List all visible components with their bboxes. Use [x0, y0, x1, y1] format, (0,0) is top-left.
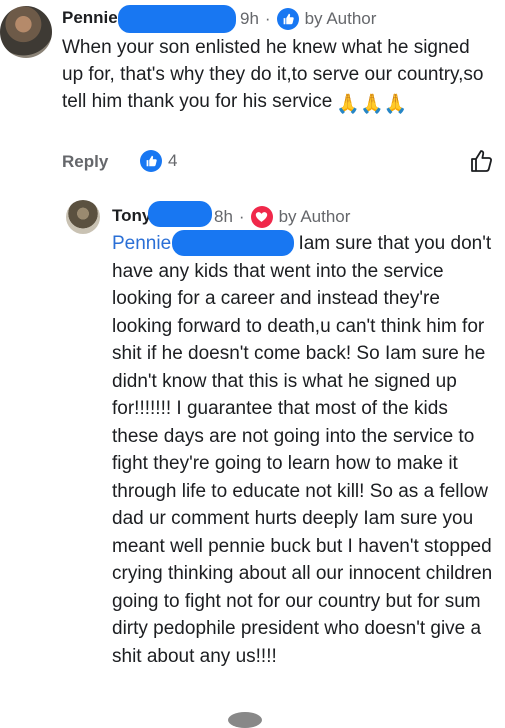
- separator-dot: ·: [264, 9, 271, 28]
- partial-avatar: [228, 712, 262, 728]
- like-reaction-icon: [140, 150, 162, 172]
- mention-link[interactable]: Pennie: [112, 233, 171, 254]
- reply-meta: 8h · by Author: [214, 206, 350, 228]
- reply-text: Iam sure that you don't have any kids th…: [112, 233, 493, 667]
- replier-name[interactable]: Tony: [112, 206, 151, 226]
- comment-text: When your son enlisted he knew what he s…: [62, 37, 484, 112]
- author-badge: by Author: [278, 207, 351, 226]
- like-thumb-icon: [276, 8, 299, 30]
- commenter-avatar[interactable]: [0, 6, 52, 58]
- reply-button[interactable]: Reply: [62, 152, 108, 172]
- comment-body: When your son enlisted he knew what he s…: [62, 34, 492, 118]
- separator-dot: ·: [238, 207, 245, 226]
- redaction-overlay: [118, 5, 236, 33]
- commenter-name[interactable]: Pennie: [62, 8, 118, 28]
- reply-time[interactable]: 8h: [214, 207, 233, 227]
- author-badge: by Author: [304, 9, 377, 28]
- reaction-count: 4: [168, 151, 178, 170]
- heart-icon: [250, 206, 273, 228]
- comment-time[interactable]: 9h: [240, 9, 259, 29]
- comment-actions: Reply 4: [62, 148, 497, 178]
- replier-avatar[interactable]: [66, 200, 100, 234]
- comment-meta: 9h · by Author: [240, 8, 376, 30]
- thumbs-up-outline-icon[interactable]: [469, 148, 493, 179]
- redaction-overlay: [172, 230, 294, 256]
- reaction-summary[interactable]: 4: [140, 150, 177, 172]
- praying-hands-emoji: 🙏🙏🙏: [336, 94, 408, 115]
- redaction-overlay: [148, 201, 212, 227]
- reply-body: Pennie Iam sure that you don't have any …: [112, 230, 497, 670]
